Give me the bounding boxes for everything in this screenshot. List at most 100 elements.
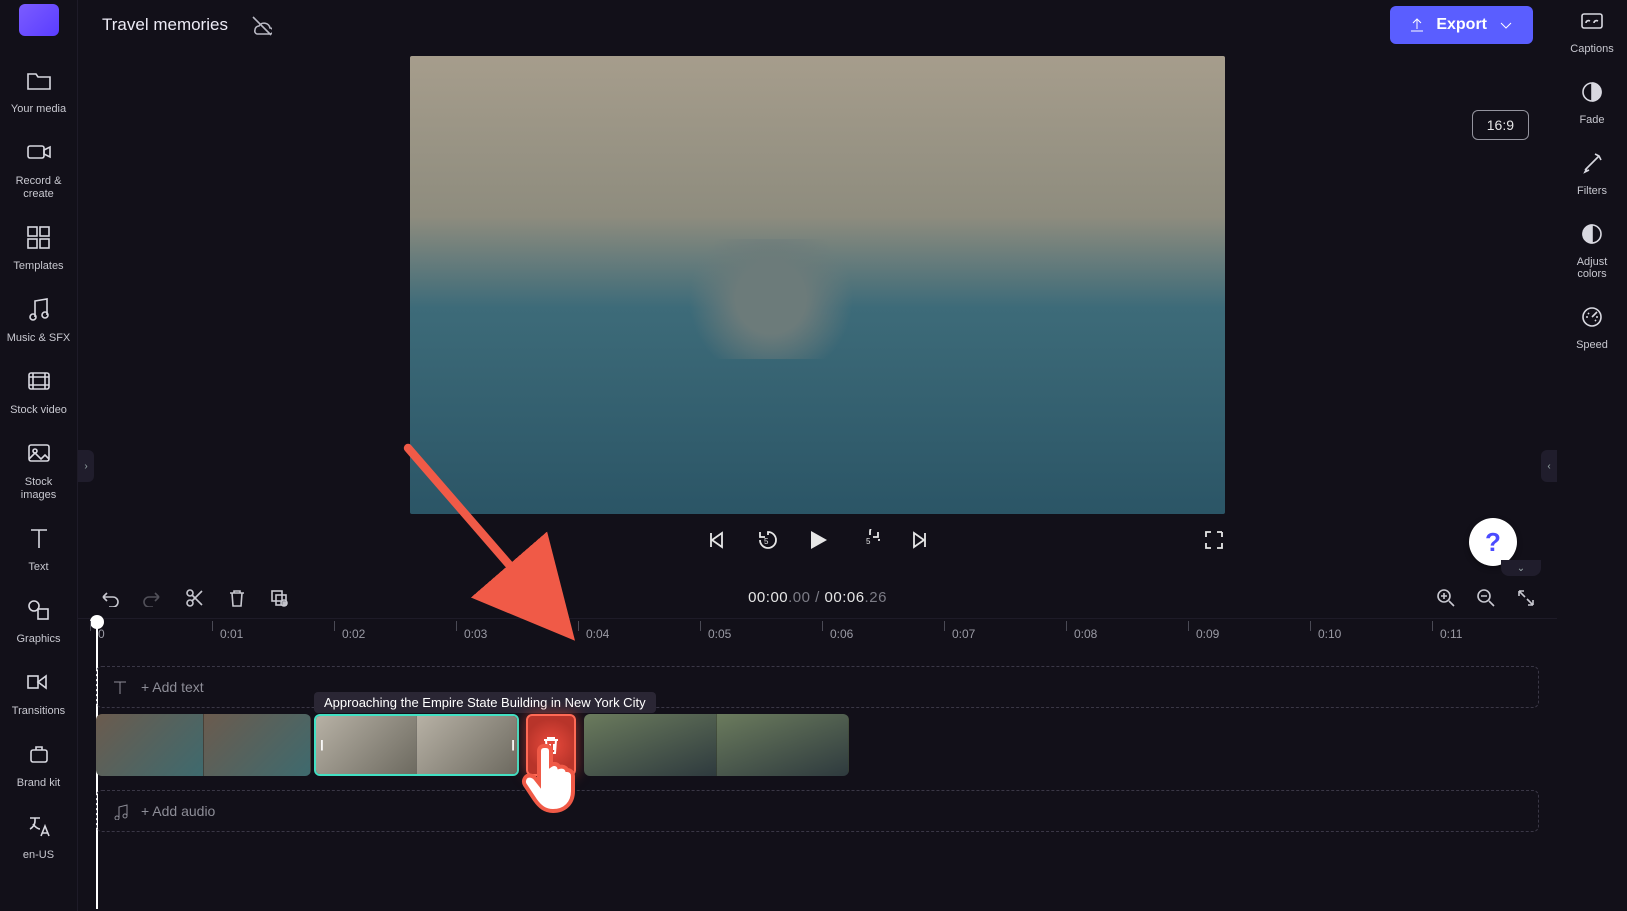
sidebar-item-graphics[interactable]: Graphics	[0, 588, 77, 660]
zoom-in-button[interactable]	[1435, 587, 1455, 607]
fade-icon	[1579, 79, 1605, 105]
graphics-icon	[25, 596, 53, 624]
sidebar-label: Transitions	[0, 705, 77, 718]
brandkit-icon	[25, 740, 53, 768]
sidebar-label: Graphics	[0, 633, 77, 646]
ruler-tick: 0:01	[220, 627, 243, 641]
export-label: Export	[1436, 16, 1487, 34]
ruler-tick: 0:06	[830, 627, 853, 641]
help-button[interactable]: ?	[1469, 518, 1517, 566]
duplicate-button[interactable]	[268, 587, 288, 607]
fullscreen-button[interactable]	[1203, 529, 1225, 556]
split-button[interactable]	[184, 587, 204, 607]
filters-icon	[1579, 150, 1605, 176]
right-item-fade[interactable]: Fade	[1579, 79, 1605, 126]
sidebar-item-stock-video[interactable]: Stock video	[0, 359, 77, 431]
timeline-toolbar: 00:00.00 / 00:06.26	[78, 576, 1557, 618]
app-logo-icon[interactable]	[19, 4, 59, 36]
sidebar-label: Music & SFX	[0, 332, 77, 345]
video-clip-1[interactable]	[96, 714, 311, 776]
contrast-icon	[1579, 221, 1605, 247]
skip-back-button[interactable]	[706, 529, 728, 556]
expand-bottom-panel-button[interactable]: ⌄	[1501, 560, 1541, 576]
export-button[interactable]: Export	[1390, 6, 1533, 44]
ruler-tick: 0:05	[708, 627, 731, 641]
ruler-tick: 0:10	[1318, 627, 1341, 641]
timeline-panel: 00:00.00 / 00:06.26 0 0:01 0:02 0:03 0:04 0:0…	[78, 576, 1557, 911]
ruler-tick: 0:03	[464, 627, 487, 641]
sidebar-label: Stock images	[0, 476, 77, 502]
right-sidebar: Captions Fade Filters Adjust colors Spee…	[1557, 0, 1627, 911]
sidebar-item-templates[interactable]: Templates	[0, 215, 77, 287]
text-track-icon	[111, 678, 129, 696]
audio-track[interactable]: + Add audio	[96, 790, 1539, 832]
ruler-tick: 0:04	[586, 627, 609, 641]
svg-text:5: 5	[764, 537, 769, 546]
add-audio-label: + Add audio	[141, 803, 215, 819]
top-bar: Travel memories Export	[78, 0, 1557, 50]
upload-icon	[1408, 16, 1426, 34]
left-sidebar: Your media Record & create Templates Mus…	[0, 0, 78, 911]
sidebar-label: Record & create	[0, 175, 77, 201]
ruler-tick: 0:11	[1440, 627, 1462, 641]
play-button[interactable]	[806, 528, 830, 557]
skip-back-icon	[706, 529, 728, 551]
camera-icon	[25, 138, 53, 166]
right-item-speed[interactable]: Speed	[1576, 304, 1608, 351]
transitions-icon	[25, 668, 53, 696]
sidebar-item-your-media[interactable]: Your media	[0, 58, 77, 130]
trash-icon	[540, 734, 562, 756]
right-label: Adjust colors	[1577, 256, 1608, 280]
video-track[interactable]: Approaching the Empire State Building in…	[96, 714, 1539, 776]
undo-button[interactable]	[100, 587, 120, 607]
zoom-fit-button[interactable]	[1515, 587, 1535, 607]
current-frames: .00	[788, 589, 810, 606]
delete-transition-button[interactable]	[526, 714, 576, 776]
ruler-tick: 0:02	[342, 627, 365, 641]
chevron-down-icon: ⌄	[1517, 563, 1525, 574]
skip-forward-button[interactable]	[908, 529, 930, 556]
speed-icon	[1579, 304, 1605, 330]
sidebar-item-music-sfx[interactable]: Music & SFX	[0, 287, 77, 359]
music-icon	[25, 295, 53, 323]
sidebar-item-text[interactable]: Text	[0, 516, 77, 588]
right-item-captions[interactable]: Captions	[1570, 8, 1613, 55]
zoom-out-button[interactable]	[1475, 587, 1495, 607]
sidebar-item-stock-images[interactable]: Stock images	[0, 431, 77, 516]
right-label: Filters	[1577, 185, 1607, 197]
delete-button[interactable]	[226, 587, 246, 607]
right-item-filters[interactable]: Filters	[1577, 150, 1607, 197]
sidebar-item-transitions[interactable]: Transitions	[0, 660, 77, 732]
right-label: Captions	[1570, 43, 1613, 55]
sidebar-item-locale[interactable]: en-US	[0, 804, 77, 876]
ruler-tick: 0:08	[1074, 627, 1097, 641]
sidebar-item-brand-kit[interactable]: Brand kit	[0, 732, 77, 804]
redo-button[interactable]	[142, 587, 162, 607]
sidebar-label: Templates	[0, 260, 77, 273]
right-item-adjust-colors[interactable]: Adjust colors	[1577, 221, 1608, 280]
cloud-off-icon[interactable]	[250, 14, 272, 36]
rewind-5-button[interactable]: 5	[756, 529, 778, 556]
sidebar-item-record-create[interactable]: Record & create	[0, 130, 77, 215]
ruler-tick: 0	[98, 627, 105, 641]
text-track[interactable]: + Add text	[96, 666, 1539, 708]
audio-track-icon	[111, 802, 129, 820]
ruler-tick: 0:07	[952, 627, 975, 641]
video-preview[interactable]	[410, 56, 1225, 514]
video-clip-2-selected[interactable]	[314, 714, 519, 776]
current-time: 00:00	[748, 589, 788, 606]
aspect-ratio-button[interactable]: 16:9	[1472, 110, 1529, 140]
right-label: Speed	[1576, 339, 1608, 351]
templates-icon	[25, 223, 53, 251]
forward-5-button[interactable]: 5	[858, 529, 880, 556]
sidebar-label: Text	[0, 561, 77, 574]
timeline-ruler[interactable]: 00:010:020:030:040:050:060:070:080:090:1…	[78, 618, 1557, 652]
project-title[interactable]: Travel memories	[102, 15, 228, 35]
sidebar-label: Your media	[0, 103, 77, 116]
translate-icon	[25, 812, 53, 840]
total-frames: .26	[865, 589, 887, 606]
image-icon	[25, 439, 53, 467]
video-clip-3[interactable]	[584, 714, 849, 776]
question-icon: ?	[1485, 527, 1501, 558]
total-time: 00:06	[825, 589, 865, 606]
